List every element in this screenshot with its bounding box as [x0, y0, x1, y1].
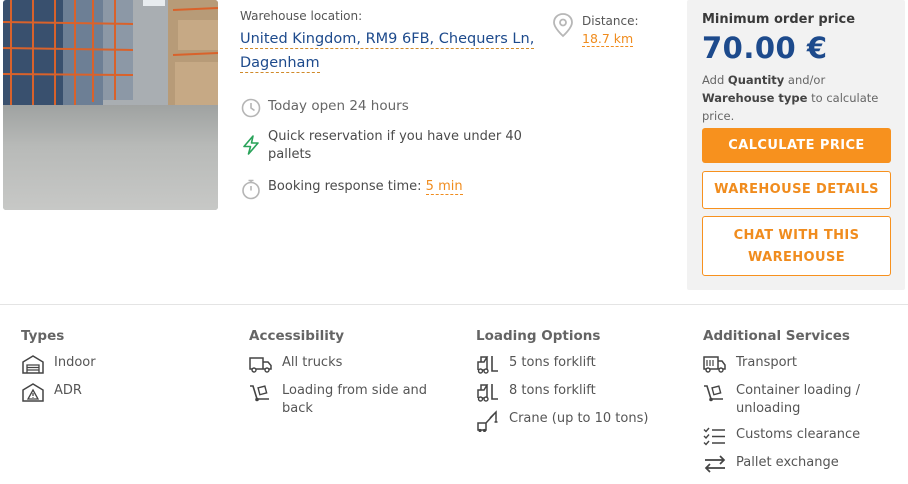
forklift-icon — [477, 384, 498, 402]
list-item: 8 tons forklift — [476, 382, 648, 402]
hint-quantity: Quantity — [727, 73, 785, 87]
exchange-icon — [704, 455, 726, 473]
warehouse-photo[interactable] — [3, 0, 218, 210]
hazard-icon — [22, 383, 44, 402]
feature-label: ADR — [54, 383, 82, 398]
feature-label: Crane (up to 10 tons) — [509, 411, 649, 426]
stopwatch-icon — [242, 179, 260, 200]
list-item: ADR — [21, 382, 96, 402]
loading-title: Loading Options — [476, 328, 601, 344]
price-hint: Add Quantity and/or Warehouse type to ca… — [702, 71, 897, 125]
hand-truck-icon — [704, 385, 723, 402]
feature-label: All trucks — [282, 355, 343, 370]
list-item: All trucks — [249, 354, 432, 374]
feature-label: Indoor — [54, 355, 96, 370]
warehouse-details-button[interactable]: WAREHOUSE DETAILS — [702, 171, 891, 209]
forklift-icon — [477, 356, 498, 374]
booking-response: Booking response time: 5 min — [240, 178, 463, 200]
truck-icon — [249, 357, 272, 373]
quick-reservation: Quick reservation if you have under 40 p… — [240, 128, 540, 164]
distance-value: 18.7 km — [582, 31, 634, 47]
feature-label: 5 tons forklift — [509, 355, 596, 370]
hint-mid: and/or — [787, 73, 826, 87]
feature-label: Pallet exchange — [736, 455, 839, 470]
distance-label: Distance: — [582, 14, 639, 28]
warehouse-racks-image — [3, 0, 218, 118]
hours-text: Today open 24 hours — [268, 98, 409, 114]
price-panel: Minimum order price 70.00 € Add Quantity… — [687, 0, 905, 290]
feature-label: Customs clearance — [736, 427, 861, 442]
hint-prefix: Add — [702, 73, 725, 87]
accessibility-title: Accessibility — [249, 328, 345, 344]
feature-label: Transport — [736, 355, 798, 370]
checklist-icon — [703, 427, 725, 446]
crane-icon — [477, 410, 498, 432]
warehouse-floor — [3, 105, 218, 210]
list-item: Loading from side and back — [249, 382, 432, 418]
address-line1[interactable]: United Kingdom, RM9 6FB, Chequers Ln, — [240, 31, 535, 49]
chat-warehouse-button[interactable]: CHAT WITH THIS WAREHOUSE — [702, 216, 891, 276]
services-section: Additional Services Transport Container … — [703, 328, 886, 482]
address-line2[interactable]: Dagenham — [240, 55, 320, 73]
min-price-amount: 70.00 € — [702, 31, 828, 65]
list-item: Indoor — [21, 354, 96, 374]
opening-hours: Today open 24 hours — [240, 97, 409, 119]
lightning-icon — [243, 135, 259, 155]
map-pin-icon — [553, 13, 573, 38]
feature-label: 8 tons forklift — [509, 383, 596, 398]
booking-label: Booking response time: — [268, 179, 422, 194]
clock-icon — [241, 98, 261, 118]
min-price-title: Minimum order price — [702, 12, 856, 27]
list-item: Crane (up to 10 tons) — [476, 410, 648, 432]
accessibility-section: Accessibility All trucks Loading from si… — [249, 328, 432, 426]
warehouse-icon — [22, 355, 44, 374]
list-item: Customs clearance — [703, 426, 886, 446]
feature-label: Loading from side and back — [282, 383, 428, 416]
section-divider — [0, 304, 908, 305]
loading-section: Loading Options 5 tons forklift 8 tons f… — [476, 328, 648, 440]
quick-reservation-text: Quick reservation if you have under 40 p… — [268, 129, 522, 162]
booking-value: 5 min — [425, 179, 463, 195]
feature-label: Container loading / unloading — [736, 383, 861, 416]
address-link[interactable]: United Kingdom, RM9 6FB, Chequers Ln, Da… — [240, 27, 540, 75]
list-item: Pallet exchange — [703, 454, 886, 474]
list-item: 5 tons forklift — [476, 354, 648, 374]
location-label: Warehouse location: — [240, 9, 363, 23]
hint-type: Warehouse type — [702, 91, 808, 105]
truck-icon — [703, 356, 726, 373]
calculate-price-button[interactable]: CALCULATE PRICE — [702, 128, 891, 163]
types-section: Types Indoor ADR — [21, 328, 96, 410]
list-item: Transport — [703, 354, 886, 374]
hand-truck-icon — [250, 385, 269, 402]
services-title: Additional Services — [703, 328, 850, 344]
list-item: Container loading / unloading — [703, 382, 886, 418]
types-title: Types — [21, 328, 65, 344]
